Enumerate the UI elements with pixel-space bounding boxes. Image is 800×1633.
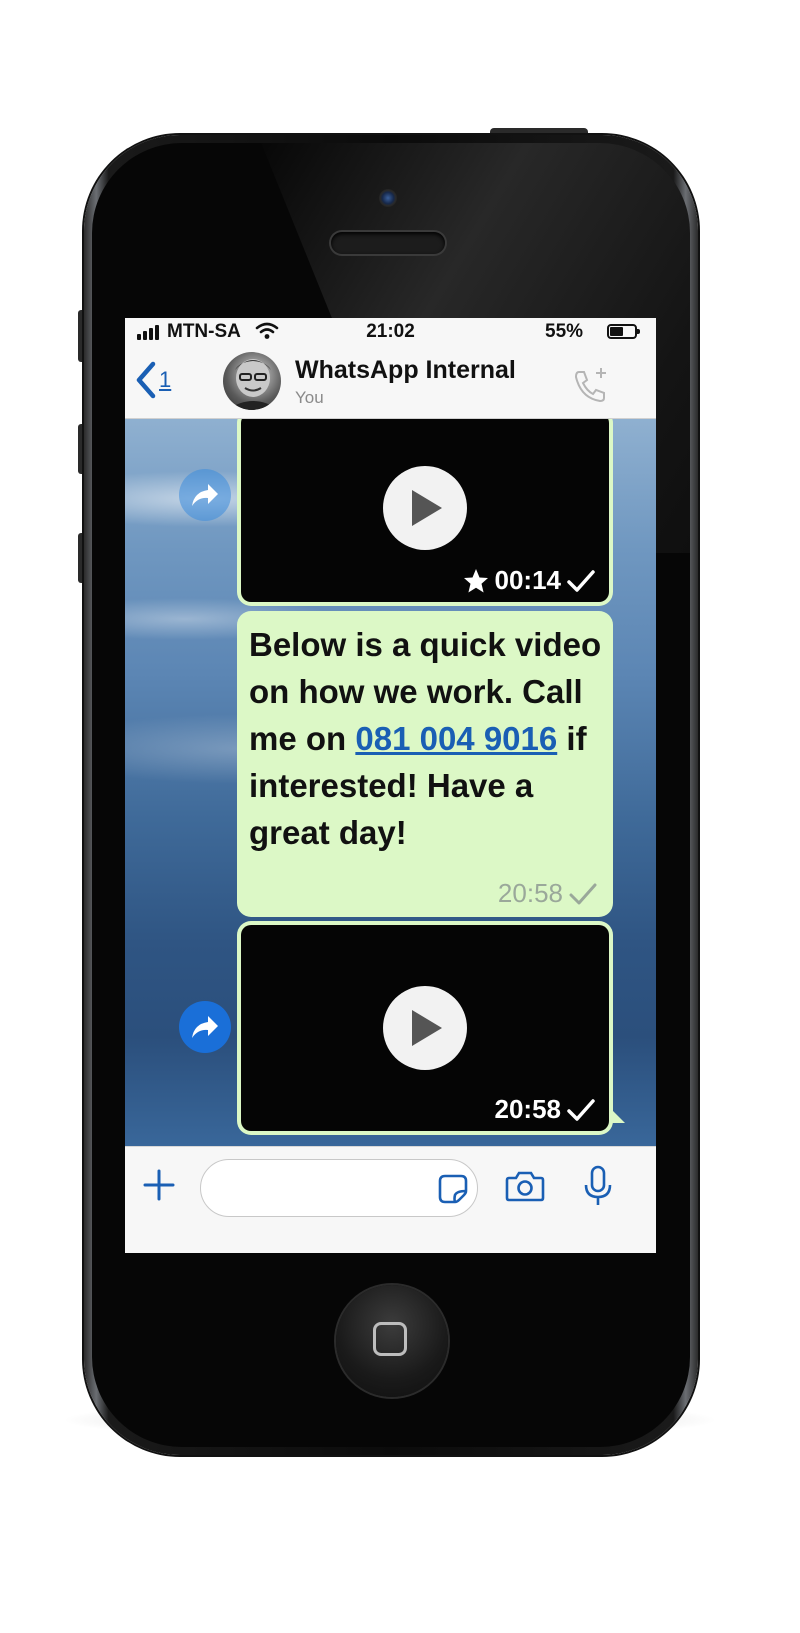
avatar[interactable] <box>223 352 281 410</box>
video-thumbnail: 00:14 <box>241 419 609 602</box>
composer-bar <box>125 1146 656 1253</box>
video-meta: 20:58 <box>495 1094 596 1125</box>
check-icon <box>567 1098 595 1121</box>
text-message[interactable]: Below is a quick video on how we work. C… <box>237 611 613 917</box>
camera-icon <box>505 1171 545 1202</box>
status-bar: MTN-SA 21:02 55% <box>125 318 656 346</box>
video-meta: 00:14 <box>463 565 596 596</box>
battery-percent: 55% <box>545 321 584 342</box>
microphone-button[interactable] <box>583 1165 613 1212</box>
add-call-button[interactable] <box>571 366 611 411</box>
play-button[interactable] <box>383 465 467 550</box>
chat-header: 1 WhatsApp Internal You <box>125 346 656 419</box>
front-camera <box>379 189 397 207</box>
video-message[interactable]: 20:58 <box>237 921 613 1135</box>
star-icon <box>463 568 488 592</box>
earpiece-speaker <box>331 232 445 254</box>
chat-subtitle: You <box>295 388 324 407</box>
home-button[interactable] <box>336 1285 448 1397</box>
microphone-icon <box>584 1165 612 1205</box>
home-button-square <box>373 1322 407 1356</box>
attach-button[interactable] <box>143 1169 175 1206</box>
phone-number-link[interactable]: 081 004 9016 <box>355 720 557 757</box>
check-icon <box>567 569 595 592</box>
unread-count: 1 <box>159 367 172 392</box>
message-field[interactable] <box>217 1172 431 1204</box>
back-chevron-icon <box>136 361 156 399</box>
message-list[interactable]: 00:14 Below is a quick video on how we w… <box>125 419 656 1146</box>
message-text: Below is a quick video on how we work. C… <box>249 626 602 851</box>
video-duration: 00:14 <box>494 565 562 595</box>
bubble-tail <box>611 1109 625 1123</box>
plus-icon <box>143 1169 175 1201</box>
battery-icon <box>607 324 640 339</box>
chat-name[interactable]: WhatsApp Internal <box>295 356 516 385</box>
forward-button[interactable] <box>179 1001 231 1053</box>
camera-button[interactable] <box>505 1169 545 1208</box>
forward-icon <box>192 1016 218 1038</box>
message-timestamp: 20:58 <box>498 878 597 909</box>
video-thumbnail: 20:58 <box>241 925 609 1131</box>
forward-button[interactable] <box>179 469 231 521</box>
video-timestamp: 20:58 <box>494 1094 562 1124</box>
video-message[interactable]: 00:14 <box>237 419 613 606</box>
add-call-icon <box>574 368 606 403</box>
sticker-icon <box>438 1174 468 1204</box>
play-button[interactable] <box>383 986 467 1070</box>
message-input[interactable] <box>200 1159 478 1217</box>
play-icon <box>412 489 442 526</box>
sticker-button[interactable] <box>437 1173 469 1210</box>
phone-screen: MTN-SA 21:02 55% 1 WhatsApp Internal You <box>125 318 656 1253</box>
back-button[interactable]: 1 <box>135 360 171 400</box>
forward-icon <box>192 484 218 506</box>
play-icon <box>412 1010 442 1046</box>
check-icon <box>569 883 597 904</box>
